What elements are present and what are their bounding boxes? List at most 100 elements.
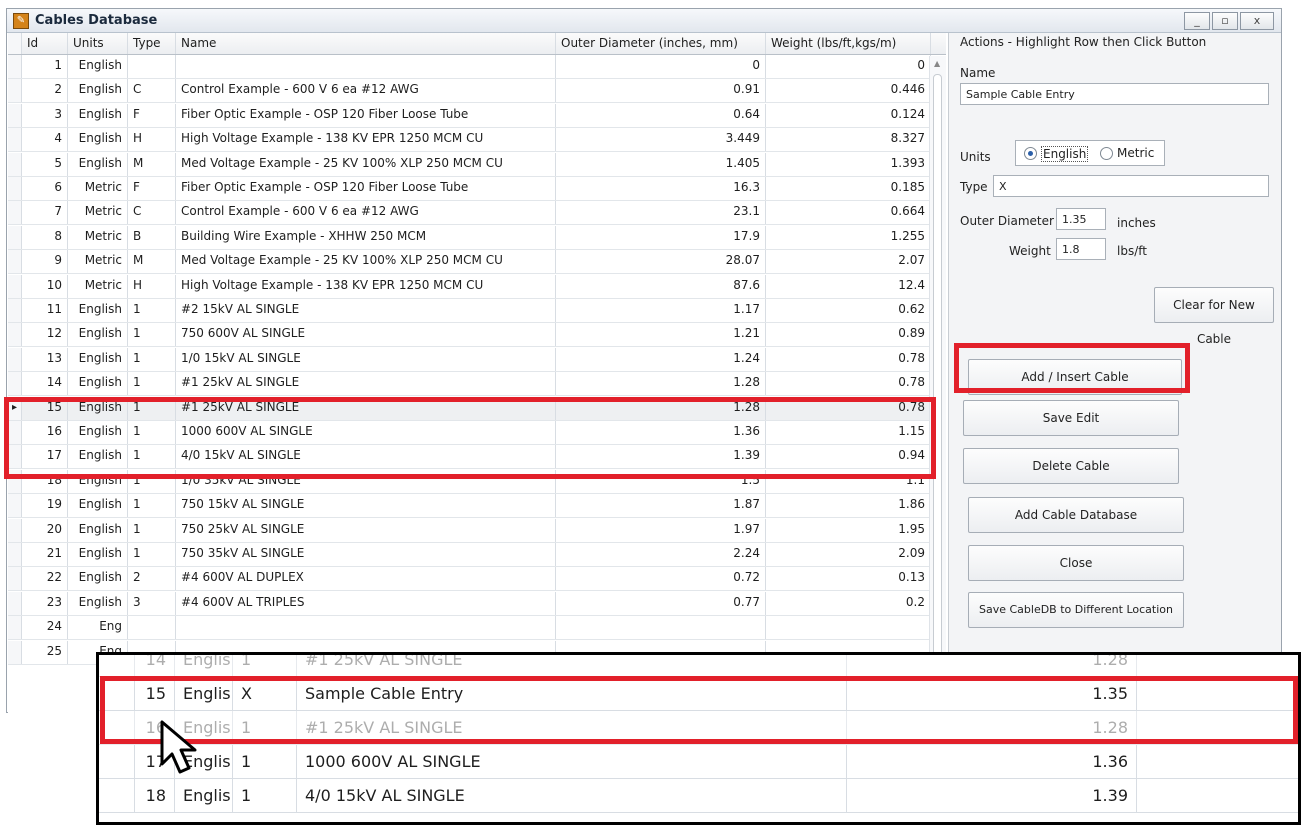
cell-units[interactable]: English [68,103,128,127]
scrollbar-thumb[interactable] [933,74,942,669]
close-window-button[interactable]: x [1240,12,1274,30]
cell-od[interactable]: 87.6 [556,274,766,298]
table-row[interactable]: 10 Metric H High Voltage Example - 138 KV E… [8,274,946,299]
column-header-id[interactable]: Id [22,33,68,54]
units-english-label[interactable]: English [1041,146,1089,162]
row-indicator[interactable] [8,640,22,664]
cell-name[interactable]: 750 35kV AL SINGLE [176,543,556,566]
table-row[interactable]: 24 Eng [8,616,946,641]
table-row[interactable]: 18 English 1 1/0 35kV AL SINGLE 1.5 1.1 [8,469,946,494]
cell-units[interactable]: English [68,494,128,518]
table-row[interactable]: 6 Metric F Fiber Optic Example - OSP 120 Fi… [8,177,946,201]
cell-units[interactable]: Metric [68,274,128,298]
cell-od[interactable]: 0 [556,55,766,78]
row-indicator[interactable] [8,347,22,371]
cell-od[interactable]: 1.24 [556,347,766,371]
cell-wt[interactable]: 1.1 [766,469,931,493]
cell-type[interactable]: C [128,79,176,103]
cell-name[interactable]: #4 600V AL TRIPLES [176,591,556,615]
cell-od[interactable]: 0.64 [556,103,766,127]
cell-type[interactable]: H [128,128,176,152]
cell-wt[interactable]: 2.09 [766,543,931,566]
cell-name[interactable]: #2 15kV AL SINGLE [176,299,556,322]
cell-units[interactable]: English [68,79,128,103]
cell-wt[interactable]: 0 [766,55,931,78]
cell-id[interactable]: 10 [22,274,68,298]
cell-units[interactable]: English [68,152,128,176]
table-row[interactable]: 4 English H High Voltage Example - 138 KV E… [8,128,946,153]
cell-type[interactable]: 1 [128,299,176,322]
outer-diameter-input[interactable] [1056,208,1106,230]
cell-type[interactable]: 3 [128,591,176,615]
cell-id[interactable]: 25 [22,640,68,664]
cell-units[interactable]: Metric [68,250,128,274]
cell-name[interactable]: Med Voltage Example - 25 KV 100% XLP 250… [176,250,556,274]
cell-od[interactable]: 23.1 [556,201,766,225]
cell-units[interactable]: English [68,323,128,347]
row-indicator[interactable] [8,103,22,127]
scroll-up-icon[interactable]: ▲ [934,59,940,68]
cell-type[interactable]: F [128,103,176,127]
cell-id[interactable]: 2 [22,79,68,103]
cell-wt[interactable]: 1.255 [766,225,931,249]
column-header-type[interactable]: Type [128,33,176,54]
cell-od[interactable]: 1.28 [556,396,766,420]
table-row[interactable]: 8 Metric B Building Wire Example - XHHW 250… [8,225,946,250]
cell-wt[interactable]: 2.07 [766,250,931,274]
cell-id[interactable]: 18 [22,469,68,493]
cell-id[interactable]: 23 [22,591,68,615]
cell-id[interactable]: 4 [22,128,68,152]
cell-type[interactable]: 1 [128,372,176,396]
cell-name[interactable]: High Voltage Example - 138 KV EPR 1250 M… [176,274,556,298]
row-indicator[interactable] [8,299,22,322]
cell-name[interactable]: 1/0 15kV AL SINGLE [176,347,556,371]
cell-name[interactable]: Med Voltage Example - 25 KV 100% XLP 250… [176,152,556,176]
row-indicator[interactable] [8,152,22,176]
cell-id[interactable]: 24 [22,616,68,640]
cell-od[interactable]: 0.91 [556,79,766,103]
cell-wt[interactable]: 0.94 [766,445,931,469]
table-row[interactable]: 1 English 0 0 [8,55,946,79]
cell-od[interactable]: 1.39 [556,445,766,469]
cell-name[interactable]: 1000 600V AL SINGLE [176,421,556,444]
cell-wt[interactable]: 1.86 [766,494,931,518]
row-indicator[interactable] [8,128,22,152]
cell-id[interactable]: 20 [22,518,68,542]
type-input[interactable] [993,175,1269,197]
table-row[interactable]: 21 English 1 750 35kV AL SINGLE 2.24 2.09 [8,543,946,567]
cell-type[interactable]: F [128,177,176,200]
minimize-button[interactable]: _ [1184,12,1210,30]
cell-type[interactable]: 1 [128,494,176,518]
cell-od[interactable]: 1.36 [556,421,766,444]
cell-units[interactable]: English [68,299,128,322]
maximize-button[interactable]: ▫ [1212,12,1238,30]
cell-id[interactable]: 16 [22,421,68,444]
cell-name[interactable]: 4/0 15kV AL SINGLE [176,445,556,469]
cell-od[interactable]: 1.97 [556,518,766,542]
row-indicator[interactable] [8,591,22,615]
cell-id[interactable]: 5 [22,152,68,176]
cell-units[interactable]: English [68,591,128,615]
name-input[interactable] [960,83,1269,105]
cell-type[interactable]: H [128,274,176,298]
cell-name[interactable] [176,55,556,78]
cell-units[interactable]: English [68,396,128,420]
cell-wt[interactable]: 0.13 [766,567,931,591]
cell-type[interactable]: 1 [128,347,176,371]
cell-type[interactable]: C [128,201,176,225]
row-indicator[interactable] [8,543,22,566]
cell-od[interactable]: 1.28 [556,372,766,396]
cell-units[interactable]: English [68,543,128,566]
cell-od[interactable]: 1.17 [556,299,766,322]
row-indicator[interactable] [8,250,22,274]
cell-od[interactable]: 2.24 [556,543,766,566]
table-row[interactable]: 22 English 2 #4 600V AL DUPLEX 0.72 0.13 [8,567,946,592]
cell-units[interactable]: English [68,55,128,78]
table-row[interactable]: 7 Metric C Control Example - 600 V 6 ea #12… [8,201,946,226]
cell-type[interactable]: 1 [128,396,176,420]
cell-name[interactable] [176,616,556,640]
cell-wt[interactable]: 8.327 [766,128,931,152]
table-row[interactable]: 17 English 1 4/0 15kV AL SINGLE 1.39 0.94 [8,445,946,470]
clear-for-new-cable-button[interactable]: Clear for New Cable [1154,287,1274,346]
cell-name[interactable]: Control Example - 600 V 6 ea #12 AWG [176,201,556,225]
